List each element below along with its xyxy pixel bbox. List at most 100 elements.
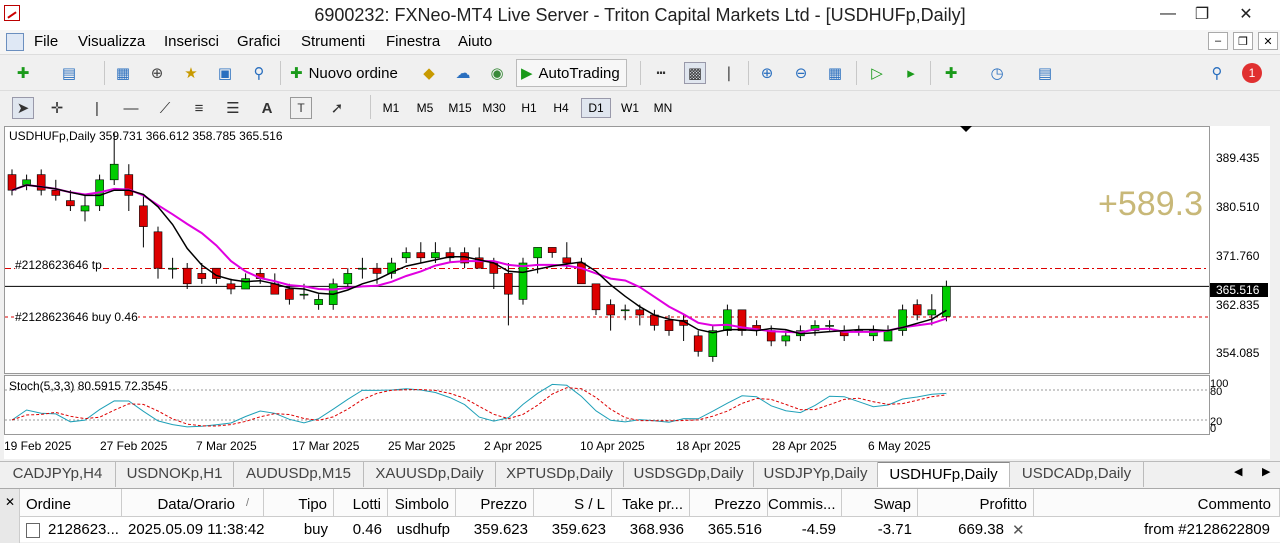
channel-icon[interactable]: ≡	[188, 97, 210, 119]
vertical-line-icon[interactable]: |	[86, 97, 108, 119]
menu-aiuto[interactable]: Aiuto	[458, 33, 492, 50]
col-prezzo-corrente[interactable]: Prezzo	[690, 489, 768, 517]
crosshair-icon[interactable]: ✛	[46, 97, 68, 119]
bar-chart-icon[interactable]: ┅	[650, 62, 672, 84]
text-label-icon[interactable]: T	[290, 97, 312, 119]
candle-body	[416, 252, 426, 259]
new-chart-icon[interactable]: ✚	[12, 62, 34, 84]
price-chart-canvas	[5, 133, 1209, 362]
col-prezzo[interactable]: Prezzo	[456, 489, 534, 517]
menu-visualizza[interactable]: Visualizza	[78, 33, 145, 50]
timeframe-m30[interactable]: M30	[478, 98, 510, 118]
candle-body	[358, 267, 367, 270]
tab-usdnokp-h1[interactable]: USDNOKp,H1	[116, 462, 234, 487]
metaeditor-icon[interactable]: ◆	[418, 62, 440, 84]
terminal-icon[interactable]: ▣	[214, 62, 236, 84]
tab-xptusdp-daily[interactable]: XPTUSDp,Daily	[496, 462, 624, 487]
timeframe-m1[interactable]: M1	[376, 98, 406, 118]
zoom-in-icon[interactable]: ⊕	[756, 62, 778, 84]
timeframe-mn[interactable]: MN	[648, 98, 678, 118]
tab-usdjpyp-daily[interactable]: USDJPYp,Daily	[754, 462, 878, 487]
col-ordine[interactable]: Ordine	[20, 489, 122, 517]
signals-icon[interactable]: ◉	[486, 62, 508, 84]
trendline-icon[interactable]: ⟋	[154, 97, 176, 119]
candle-body	[708, 330, 718, 357]
col-lotti[interactable]: Lotti	[334, 489, 388, 517]
candlestick-icon[interactable]: ▩	[684, 62, 706, 84]
col-profitto[interactable]: Profitto	[918, 489, 1034, 517]
autotrading-button[interactable]: ▶ AutoTrading	[516, 59, 627, 87]
mdi-minimize-button[interactable]: –	[1208, 32, 1228, 50]
horizontal-line-icon[interactable]: —	[120, 97, 142, 119]
col-tipo[interactable]: Tipo	[264, 489, 334, 517]
text-tool-icon[interactable]: A	[256, 97, 278, 119]
candle-body	[664, 319, 674, 331]
fibonacci-icon[interactable]: ☰	[222, 97, 244, 119]
arrows-icon[interactable]: ➚	[326, 97, 348, 119]
candle-body	[912, 304, 922, 316]
chart-header: USDHUFp,Daily 359.731 366.612 358.785 36…	[9, 129, 283, 143]
col-commissione[interactable]: Commis...	[768, 489, 842, 517]
tab-audusdp-m15[interactable]: AUDUSDp,M15	[234, 462, 364, 487]
col-swap[interactable]: Swap	[842, 489, 918, 517]
tab-usdsgdp-daily[interactable]: USDSGDp,Daily	[624, 462, 754, 487]
tab-xauusdp-daily[interactable]: XAUUSDp,Daily	[364, 462, 496, 487]
profiles-icon[interactable]: ▤	[58, 62, 80, 84]
chart-shift-icon[interactable]: ▸	[900, 62, 922, 84]
timeframe-m15[interactable]: M15	[444, 98, 476, 118]
templates-icon[interactable]: ▤	[1034, 62, 1056, 84]
line-chart-icon[interactable]: ∣	[718, 62, 740, 84]
price-tick: 380.510	[1216, 200, 1260, 214]
price-axis: 389.435 380.510 371.760 365.516 362.835 …	[1210, 126, 1270, 436]
restore-button[interactable]: ❐	[1180, 0, 1224, 28]
col-take-profit[interactable]: Take pr...	[612, 489, 690, 517]
menu-grafici[interactable]: Grafici	[237, 33, 280, 50]
tab-usdhufp-daily[interactable]: USDHUFp,Daily	[878, 462, 1010, 487]
menu-file[interactable]: File	[34, 33, 58, 50]
tab-scroll-left-icon[interactable]: ◀	[1234, 465, 1242, 478]
cursor-icon[interactable]: ➤	[12, 97, 34, 119]
notification-badge[interactable]: 1	[1242, 63, 1262, 83]
market-watch-icon[interactable]: ▦	[112, 62, 134, 84]
timeframe-d1[interactable]: D1	[581, 98, 611, 118]
indicators-icon[interactable]: ✚	[940, 62, 962, 84]
mdi-close-button[interactable]: ✕	[1258, 32, 1278, 50]
stochastic-window[interactable]: Stoch(5,3,3) 80.5915 72.3545	[4, 375, 1210, 435]
menu-strumenti[interactable]: Strumenti	[301, 33, 365, 50]
col-data-orario[interactable]: Data/Orario	[122, 489, 264, 517]
navigator-icon[interactable]: ★	[180, 62, 202, 84]
timeframe-h4[interactable]: H4	[546, 98, 576, 118]
candle-body	[285, 288, 294, 300]
close-order-icon[interactable]: ✕	[1012, 519, 1025, 541]
periods-icon[interactable]: ◷	[986, 62, 1008, 84]
terminal-side-handle[interactable]: ✕	[0, 489, 20, 543]
menu-finestra[interactable]: Finestra	[386, 33, 440, 50]
timeframe-h1[interactable]: H1	[514, 98, 544, 118]
zoom-out-icon[interactable]: ⊖	[790, 62, 812, 84]
menu-inserisci[interactable]: Inserisci	[164, 33, 219, 50]
tab-cadjpyp-h4[interactable]: CADJPYp,H4	[0, 462, 116, 487]
close-terminal-icon[interactable]: ✕	[5, 495, 15, 509]
stochastic-header: Stoch(5,3,3) 80.5915 72.3545	[9, 379, 168, 393]
tab-usdcadp-daily[interactable]: USDCADp,Daily	[1010, 462, 1144, 487]
tab-scroll-right-icon[interactable]: ▶	[1262, 465, 1270, 478]
timeframe-w1[interactable]: W1	[615, 98, 645, 118]
col-stop-loss[interactable]: S / L	[534, 489, 612, 517]
data-window-icon[interactable]: ⊕	[146, 62, 168, 84]
chart-window-icon[interactable]	[6, 33, 24, 51]
timeframe-m5[interactable]: M5	[410, 98, 440, 118]
mdi-restore-button[interactable]: ❐	[1233, 32, 1253, 50]
buy-line-label: #2128623646 buy 0.46	[15, 310, 138, 324]
tile-windows-icon[interactable]: ▦	[824, 62, 846, 84]
strategy-tester-icon[interactable]: ⚲	[248, 62, 270, 84]
search-icon[interactable]: ⚲	[1206, 62, 1228, 84]
close-button[interactable]: ✕	[1224, 0, 1268, 28]
new-order-button[interactable]: ✚ Nuovo ordine	[286, 59, 404, 87]
shift-marker-icon[interactable]	[960, 126, 972, 132]
col-simbolo[interactable]: Simbolo	[388, 489, 456, 517]
price-chart[interactable]: USDHUFp,Daily 359.731 366.612 358.785 36…	[4, 126, 1210, 374]
stoch-tick: 0	[1210, 423, 1217, 435]
market-icon[interactable]: ☁	[452, 62, 474, 84]
col-commento[interactable]: Commento	[1034, 489, 1280, 517]
auto-scroll-icon[interactable]: ▷	[866, 62, 888, 84]
